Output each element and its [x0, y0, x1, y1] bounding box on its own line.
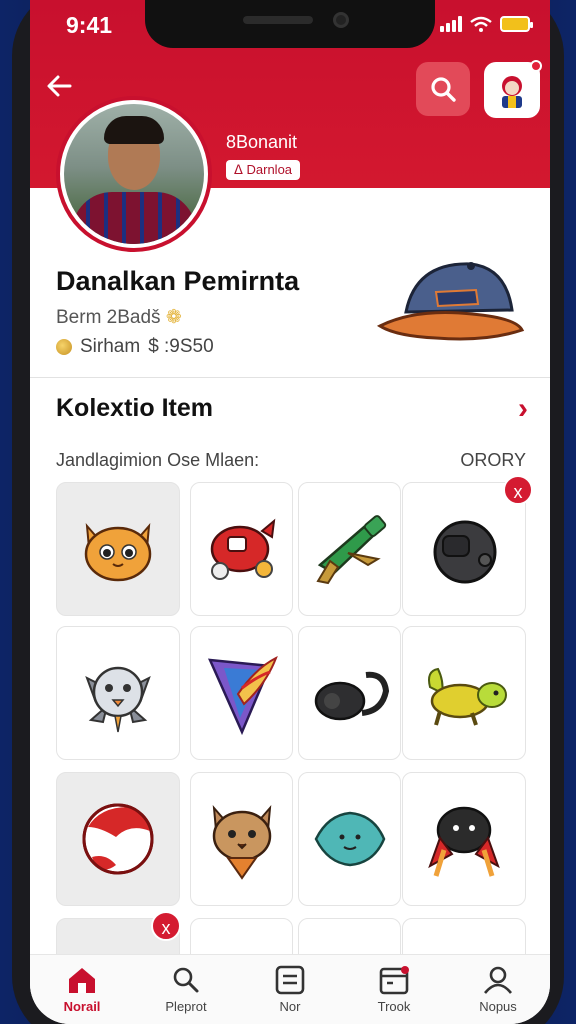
item-tile[interactable]: [56, 772, 180, 906]
item-tile[interactable]: [56, 626, 180, 760]
cap-item-icon[interactable]: [376, 252, 526, 352]
balance-line: Sirham $ :9S50: [56, 336, 214, 358]
tab-home[interactable]: Norail: [30, 955, 134, 1024]
calendar-icon: [379, 966, 409, 995]
tab-label: Trook: [377, 999, 411, 1014]
collection-title: Kolextio Item: [56, 394, 213, 422]
mascot-icon: [502, 76, 522, 108]
robot-fish-icon: [210, 518, 275, 580]
profile-icon: [483, 966, 513, 994]
search-icon: [431, 77, 456, 102]
helmet-icon: [433, 520, 497, 584]
battery-icon: [500, 16, 533, 32]
beetle-icon: [428, 806, 500, 877]
tab-label: Nor: [279, 999, 301, 1014]
medal-icon: ❁: [165, 307, 182, 328]
home-icon: [69, 968, 95, 993]
tab-label: Norail: [63, 999, 101, 1014]
lizard-icon: [428, 667, 507, 726]
club-tag[interactable]: ᐃ Darnloa: [226, 160, 301, 180]
tab-profile[interactable]: Nopus: [446, 955, 550, 1024]
mascot-button[interactable]: [484, 60, 542, 118]
remove-item-button[interactable]: x: [151, 911, 181, 941]
avatar[interactable]: [56, 96, 212, 252]
avatar-photo: [64, 104, 204, 244]
user-name: Danalkan Pemirnta: [56, 266, 300, 296]
list-icon: [275, 965, 305, 995]
cat-icon: [84, 523, 152, 582]
coin-icon: [56, 339, 72, 355]
status-time: 9:41: [66, 12, 113, 38]
item-tile[interactable]: [56, 482, 180, 616]
item-tile[interactable]: x: [402, 475, 533, 616]
balance-value: $ :9S50: [148, 336, 214, 357]
item-tile[interactable]: [402, 772, 526, 906]
search-icon: [173, 967, 199, 993]
tab-search[interactable]: Pleprot: [134, 955, 238, 1024]
chevron-right-icon[interactable]: ›: [518, 392, 528, 426]
blob-icon: [314, 811, 385, 867]
club-name: 8Bonanit: [226, 132, 298, 152]
notification-dot: [530, 60, 542, 72]
sort-label[interactable]: ORORY: [460, 450, 526, 471]
remove-item-button[interactable]: x: [503, 475, 533, 505]
status-icons: [440, 16, 533, 32]
item-tile[interactable]: [190, 482, 293, 616]
item-tile[interactable]: [298, 626, 401, 760]
notch: [145, 0, 435, 48]
fox-icon: [212, 805, 271, 880]
item-tile[interactable]: [298, 772, 401, 906]
app-screen: 9:41 8Bonanit ᐃ Darnloa Danalkan Pemirnt…: [30, 0, 550, 1024]
stat-line-label: Berm 2Badš: [56, 307, 161, 328]
bottom-tab-bar: Norail Pleprot Nor Trook Nopus: [30, 954, 550, 1024]
item-tile[interactable]: [190, 626, 293, 760]
item-tile[interactable]: [298, 482, 401, 616]
tab-list[interactable]: Nor: [238, 955, 342, 1024]
ball-icon: [82, 803, 154, 875]
wifi-icon: [470, 16, 492, 32]
filter-label[interactable]: Jandlagimion Ose Mlaen:: [56, 450, 259, 471]
wing-shield-icon: [207, 655, 278, 736]
signal-icon: [440, 16, 462, 32]
item-tile[interactable]: [190, 772, 293, 906]
tab-label: Nopus: [479, 999, 517, 1014]
search-button[interactable]: [416, 62, 470, 116]
headphones-icon: [314, 671, 389, 721]
back-button[interactable]: [44, 70, 80, 106]
tab-label: Pleprot: [165, 999, 207, 1014]
gear-skull-icon: [85, 666, 151, 733]
divider: [30, 377, 550, 378]
balance-label: Sirham: [80, 336, 141, 357]
item-tile[interactable]: [402, 626, 526, 760]
stat-line: Berm 2Badš ❁: [56, 306, 182, 329]
blaster-icon: [315, 515, 386, 585]
back-arrow-icon: [47, 75, 72, 97]
tab-calendar[interactable]: Trook: [342, 955, 446, 1024]
